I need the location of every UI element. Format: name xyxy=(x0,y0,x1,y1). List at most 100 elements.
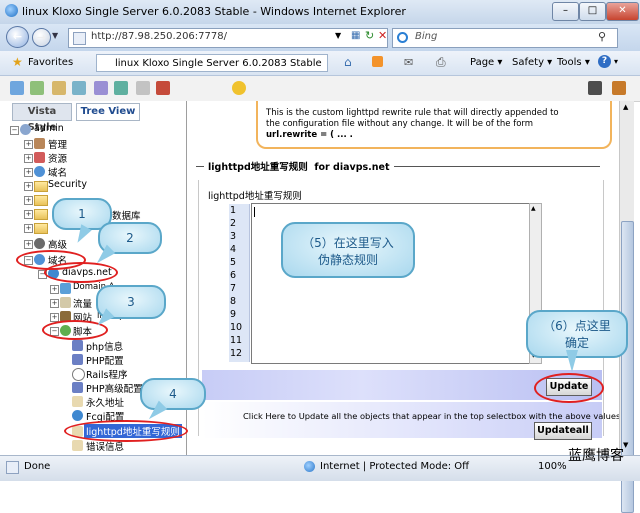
page-scrollbar[interactable]: ▲ ▼ xyxy=(619,101,634,513)
close-button[interactable]: ✕ xyxy=(606,2,639,21)
history-dropdown-icon[interactable]: ▼ xyxy=(52,31,58,40)
domain-alias-icon xyxy=(60,283,71,294)
line-number: 12 xyxy=(230,348,243,359)
address-url: http://87.98.250.206:7778/ xyxy=(91,31,227,42)
info-line-2: the configuration file without any chang… xyxy=(266,119,534,129)
watermark: 蓝鹰博客 xyxy=(568,448,624,464)
tree-expander[interactable]: + xyxy=(24,240,33,249)
scroll-up-icon[interactable]: ▲ xyxy=(531,205,536,212)
kloxo-file-icon[interactable] xyxy=(136,81,150,95)
page-icon xyxy=(73,32,86,45)
tree-item-permalink[interactable]: 永久地址 xyxy=(86,395,124,409)
kloxo-stats-icon[interactable] xyxy=(94,81,108,95)
kloxo-flag-icon[interactable] xyxy=(114,81,128,95)
tools-menu[interactable]: Tools ▾ xyxy=(557,57,590,68)
kloxo-users-icon[interactable] xyxy=(72,81,86,95)
php-info-icon xyxy=(72,340,83,351)
tree-item-domain[interactable]: 域名 xyxy=(48,165,67,179)
tree-item-traffic[interactable]: 流量 xyxy=(73,296,92,310)
tree-item-php-advanced[interactable]: PHP高级配置 xyxy=(86,381,143,395)
mail-icon[interactable]: ✉ xyxy=(404,56,413,69)
tree-item-rails[interactable]: Rails程序 xyxy=(86,367,127,381)
kloxo-favorite-icon[interactable] xyxy=(232,81,246,95)
kloxo-door-icon[interactable] xyxy=(612,81,626,95)
tree-item-php-info[interactable]: php信息 xyxy=(86,339,123,353)
scroll-up-icon[interactable]: ▲ xyxy=(623,103,628,111)
error-icon xyxy=(72,440,83,451)
tree-expander[interactable]: + xyxy=(24,140,33,149)
search-field[interactable]: Bing ⚲ xyxy=(392,28,618,48)
updateall-button[interactable]: Updateall xyxy=(534,422,592,440)
tree-item-manage[interactable]: 管理 xyxy=(48,137,67,151)
line-number: 7 xyxy=(230,283,237,294)
kloxo-mail-icon[interactable] xyxy=(52,81,66,95)
line-number: 3 xyxy=(230,231,237,242)
minimize-button[interactable]: – xyxy=(552,2,579,21)
tree-expander[interactable]: + xyxy=(50,285,59,294)
stop-icon[interactable]: ✕ xyxy=(378,29,387,42)
tree-expander[interactable]: + xyxy=(24,196,33,205)
tree-item-database[interactable]: 数据库 xyxy=(112,208,141,222)
tree-item-security[interactable]: Security xyxy=(48,179,87,190)
favorites-star-icon[interactable]: ★ xyxy=(12,55,23,69)
line-number: 11 xyxy=(230,335,243,346)
address-dropdown-icon[interactable]: ▼ xyxy=(335,31,341,40)
safety-menu[interactable]: Safety ▾ xyxy=(512,57,552,68)
help-dropdown-icon[interactable]: ▾ xyxy=(614,57,618,66)
callout-2-text: 2 xyxy=(126,231,134,245)
tab-current[interactable]: linux Kloxo Single Server 6.0.2083 Stabl… xyxy=(96,54,328,72)
kloxo-back-icon[interactable] xyxy=(588,81,602,95)
print-icon[interactable]: ⎙ xyxy=(436,55,446,70)
updateall-note: Click Here to Update all the objects tha… xyxy=(243,411,621,421)
tab-title: linux Kloxo Single Server 6.0.2083 Stabl… xyxy=(115,58,322,69)
ie-logo-icon xyxy=(5,4,18,17)
back-button[interactable]: ← xyxy=(6,26,29,48)
rails-icon xyxy=(72,368,85,381)
php-config-icon xyxy=(72,354,83,365)
home-icon[interactable]: ⌂ xyxy=(344,55,352,69)
kloxo-dns-icon[interactable] xyxy=(30,81,44,95)
domain-icon xyxy=(34,166,45,177)
callout-step-5-line2: 伪静态规则 xyxy=(317,253,378,267)
tree-expander[interactable]: + xyxy=(24,182,33,191)
tree-item-resources[interactable]: 资源 xyxy=(48,151,67,165)
zoom-level[interactable]: 100% xyxy=(538,461,567,472)
line-number: 2 xyxy=(230,218,237,229)
line-number: 10 xyxy=(230,322,243,333)
page-menu[interactable]: Page ▾ xyxy=(470,57,502,68)
admin-icon xyxy=(20,124,31,135)
info-line-3: url.rewrite = ( ... . xyxy=(266,130,353,140)
help-button[interactable]: ? xyxy=(598,55,611,68)
line-number: 4 xyxy=(230,244,237,255)
callout-step-6-pointer xyxy=(566,350,578,372)
tree-expander[interactable]: + xyxy=(24,154,33,163)
tree-item-admin[interactable]: admin xyxy=(34,123,64,134)
refresh-icon[interactable]: ↻ xyxy=(365,29,374,42)
tree-expander[interactable]: + xyxy=(24,168,33,177)
tree-item-advanced[interactable]: 高级 xyxy=(48,237,67,251)
bing-logo-icon xyxy=(397,32,408,43)
tree-expander[interactable]: − xyxy=(10,126,19,135)
kloxo-logout-icon[interactable] xyxy=(156,81,170,95)
compat-view-icon[interactable]: ▦ xyxy=(351,30,360,41)
tree-expander[interactable]: + xyxy=(50,299,59,308)
folder-icon xyxy=(34,195,48,206)
address-field[interactable]: http://87.98.250.206:7778/ ▼ ▦ ↻ ✕ xyxy=(68,28,388,48)
kloxo-home-icon[interactable] xyxy=(10,81,24,95)
tree-item-php-config[interactable]: PHP配置 xyxy=(86,353,124,367)
fcgi-icon xyxy=(72,410,83,421)
tab-tree-view[interactable]: Tree View xyxy=(76,103,140,121)
highlight-ring-diavps xyxy=(44,262,118,283)
search-placeholder: Bing xyxy=(415,31,438,42)
advanced-icon xyxy=(34,238,45,249)
forward-button[interactable]: → xyxy=(32,28,51,47)
folder-icon xyxy=(34,223,48,234)
maximize-button[interactable]: □ xyxy=(579,2,606,21)
tree-expander[interactable]: + xyxy=(24,224,33,233)
tab-vista-style[interactable]: Vista Style xyxy=(12,103,72,133)
feeds-icon[interactable] xyxy=(372,56,383,67)
tree-expander[interactable]: + xyxy=(24,210,33,219)
favorites-button[interactable]: Favorites xyxy=(28,57,73,68)
search-icon[interactable]: ⚲ xyxy=(598,30,606,43)
callout-3-text: 3 xyxy=(127,295,135,309)
